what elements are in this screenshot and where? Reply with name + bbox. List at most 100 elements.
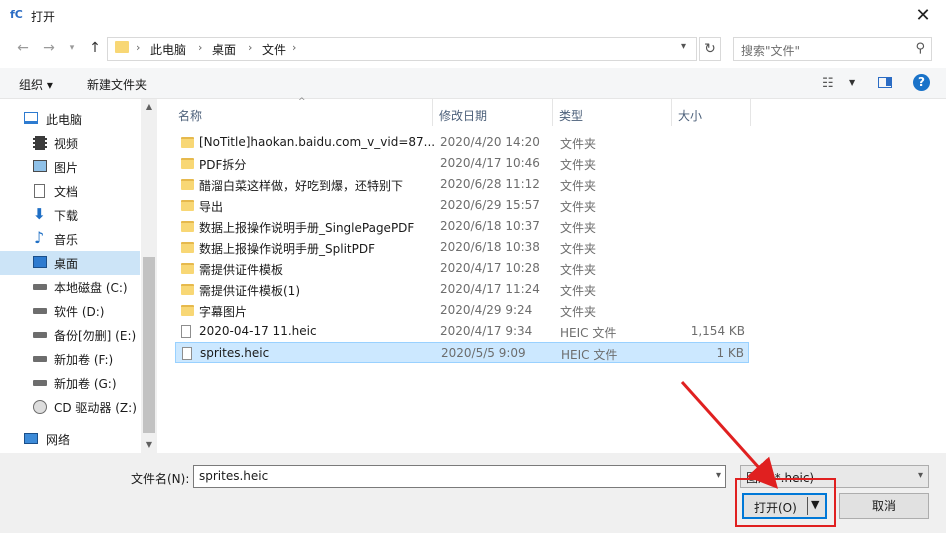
file-row[interactable]: [NoTitle]haokan.baidu.com_v_vid=87... 202… [175,132,749,153]
view-dropdown-icon[interactable]: ▼ [849,78,855,87]
drive-icon [33,332,47,338]
file-row[interactable]: 2020-04-17 11.heic 2020/4/17 9:34 HEIC 文件 1… [175,321,749,342]
cd-drive-icon [33,400,47,414]
file-type: 文件夹 [560,284,597,298]
file-date: 2020/4/20 14:20 [440,135,540,149]
chevron-right-icon: › [248,41,253,54]
file-row[interactable]: 醋溜白菜这样做，好吃到爆，还特别下 2020/6/28 11:12 文件夹 [175,174,749,195]
file-type: 文件夹 [560,200,597,214]
search-icon[interactable]: ⚲ [915,41,925,56]
view-options-icon[interactable]: ☷ [822,76,834,91]
preview-pane-icon[interactable] [878,77,892,88]
breadcrumb-desktop[interactable]: 桌面 [212,41,236,58]
scroll-up-icon[interactable]: ▲ [141,99,157,115]
file-name: 数据上报操作说明手册_SplitPDF [199,242,375,256]
file-date: 2020/5/5 9:09 [441,346,526,360]
file-date: 2020/4/17 11:24 [440,282,540,296]
file-row[interactable]: 数据上报操作说明手册_SinglePagePDF 2020/6/18 10:37 文… [175,216,749,237]
chevron-down-icon[interactable]: ▾ [918,470,923,481]
file-row[interactable]: 数据上报操作说明手册_SplitPDF 2020/6/18 10:38 文件夹 [175,237,749,258]
search-placeholder: 搜索"文件" [741,44,801,58]
network-icon [24,433,38,444]
file-type: 文件夹 [560,221,597,235]
file-type: 文件夹 [560,242,597,256]
breadcrumb-this-pc[interactable]: 此电脑 [150,41,186,58]
file-row[interactable]: PDF拆分 2020/4/17 10:46 文件夹 [175,153,749,174]
nav-item-pictures[interactable]: 图片 [0,155,140,179]
file-row[interactable]: 需提供证件模板(1) 2020/4/17 11:24 文件夹 [175,279,749,300]
file-date: 2020/4/17 10:28 [440,261,540,275]
file-date: 2020/4/17 9:34 [440,324,533,338]
column-header-type[interactable]: 类型 [559,107,583,124]
breadcrumb-files[interactable]: 文件 [262,41,286,58]
file-type: 文件夹 [560,158,597,172]
help-icon[interactable]: ? [913,74,930,91]
refresh-icon[interactable]: ↻ [699,37,721,61]
file-type: 文件夹 [560,179,597,193]
address-bar[interactable]: › 此电脑 › 桌面 › 文件 › ▾ [107,37,697,61]
column-header-date[interactable]: 修改日期 [439,107,487,124]
file-type: 文件夹 [560,137,597,151]
nav-item-drive-g[interactable]: 新加卷 (G:) [0,371,140,395]
nav-item-desktop[interactable]: 桌面 [0,251,140,275]
back-arrow-icon[interactable]: ← [13,38,33,58]
folder-icon [181,242,194,253]
nav-item-documents[interactable]: 文档 [0,179,140,203]
sort-ascending-icon: ^ [298,97,306,107]
column-header-size[interactable]: 大小 [678,107,702,124]
nav-item-drive-d[interactable]: 软件 (D:) [0,299,140,323]
nav-item-downloads[interactable]: ⬇ 下载 [0,203,140,227]
file-row[interactable]: sprites.heic 2020/5/5 9:09 HEIC 文件 1 KB [175,342,749,363]
nav-item-drive-f[interactable]: 新加卷 (F:) [0,347,140,371]
file-icon [182,347,192,360]
file-row[interactable]: 导出 2020/6/29 15:57 文件夹 [175,195,749,216]
document-icon [34,184,45,198]
nav-item-this-pc[interactable]: 此电脑 [0,107,140,131]
column-divider[interactable] [432,99,433,126]
chevron-right-icon: › [136,41,141,54]
video-icon [33,136,47,150]
column-header-name[interactable]: 名称 [178,107,202,124]
folder-icon [181,305,194,316]
close-button[interactable]: ✕ [900,0,946,32]
file-name: 字幕图片 [199,305,248,319]
forward-arrow-icon[interactable]: → [39,38,59,58]
chevron-down-icon[interactable]: ▾ [716,470,721,481]
search-input[interactable]: 搜索"文件" ⚲ [733,37,932,61]
file-name: PDF拆分 [199,158,247,172]
address-dropdown-icon[interactable]: ▾ [681,41,686,52]
navigation-pane: 此电脑 视频 图片 文档 ⬇ 下载 ♪ 音乐 桌面 本地磁盘 (C:) 软件 (… [0,99,157,453]
nav-item-drive-z[interactable]: CD 驱动器 (Z:) [0,395,140,419]
file-date: 2020/6/28 11:12 [440,177,540,191]
column-divider[interactable] [552,99,553,126]
scrollbar-thumb[interactable] [143,257,155,433]
chevron-right-icon: › [198,41,203,54]
app-icon: fC [10,8,23,21]
cancel-button[interactable]: 取消 [839,493,929,519]
toolbar: 组织 ▾ 新建文件夹 ☷ ▼ ? [0,68,946,99]
file-size: 1,154 KB [690,324,745,338]
scroll-down-icon[interactable]: ▼ [141,437,157,453]
nav-item-music[interactable]: ♪ 音乐 [0,227,140,251]
file-date: 2020/6/29 15:57 [440,198,540,212]
column-divider[interactable] [671,99,672,126]
new-folder-button[interactable]: 新建文件夹 [87,76,147,93]
nav-scrollbar[interactable]: ▲ ▼ [141,99,157,453]
organize-button[interactable]: 组织 ▾ [19,76,53,93]
folder-icon [181,158,194,169]
recent-locations-chevron-icon[interactable]: ▾ [62,38,82,58]
file-date: 2020/4/29 9:24 [440,303,533,317]
download-icon: ⬇ [33,205,46,223]
file-row[interactable]: 需提供证件模板 2020/4/17 10:28 文件夹 [175,258,749,279]
filename-input[interactable]: sprites.heic ▾ [193,465,726,488]
column-divider[interactable] [750,99,751,126]
up-arrow-icon[interactable]: ↑ [85,38,105,58]
file-row[interactable]: 字幕图片 2020/4/29 9:24 文件夹 [175,300,749,321]
nav-item-network[interactable]: 网络 [0,427,140,451]
file-icon [181,325,191,338]
nav-item-drive-e[interactable]: 备份[勿删] (E:) [0,323,140,347]
drive-icon [33,380,47,386]
nav-item-video[interactable]: 视频 [0,131,140,155]
nav-item-drive-c[interactable]: 本地磁盘 (C:) [0,275,140,299]
drive-icon [33,284,47,290]
